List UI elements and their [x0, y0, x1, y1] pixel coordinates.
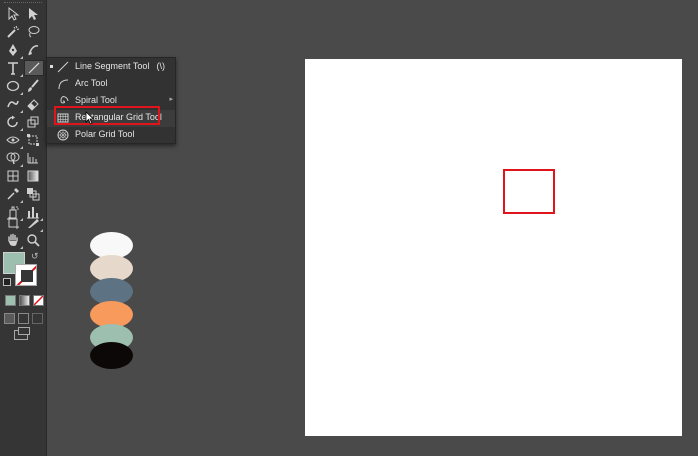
menu-item-label: Spiral Tool	[75, 95, 117, 105]
more-tools-indicator	[40, 229, 43, 232]
menu-item-label: Polar Grid Tool	[75, 129, 135, 139]
mouse-cursor-icon	[85, 111, 95, 125]
line-segment-icon	[57, 61, 69, 73]
perspective-grid-icon	[27, 153, 38, 164]
gradient-tool[interactable]	[24, 169, 44, 185]
swap-colors-icon[interactable]: ↺	[31, 251, 39, 262]
eraser-tool[interactable]	[24, 97, 44, 113]
gradient-icon	[27, 170, 39, 182]
shaper-icon	[7, 100, 19, 108]
menu-item-shortcut: (\)	[156, 61, 166, 71]
ellipse-icon	[6, 80, 20, 92]
more-tools-indicator	[20, 146, 23, 149]
default-colors-icon[interactable]	[3, 278, 11, 286]
shaper-tool[interactable]	[4, 97, 24, 113]
mesh-icon	[7, 170, 19, 182]
more-tools-indicator	[20, 200, 23, 203]
color-mode-none[interactable]	[33, 295, 44, 306]
menu-item-arc-tool[interactable]: Arc Tool	[47, 76, 175, 93]
zoom-tool[interactable]	[24, 233, 44, 249]
eraser-icon	[27, 99, 39, 111]
scale-tool[interactable]	[24, 115, 44, 131]
rotate-tool[interactable]	[4, 115, 24, 131]
stroke-color-swatch[interactable]	[15, 264, 37, 286]
type-icon	[8, 62, 18, 75]
shape-builder-tool[interactable]	[4, 151, 24, 167]
screen-mode-icon[interactable]	[14, 327, 30, 340]
menu-item-label: Arc Tool	[75, 78, 108, 88]
slice-icon	[28, 219, 39, 228]
more-tools-indicator	[20, 74, 23, 77]
magic-wand-tool[interactable]	[4, 25, 24, 41]
direct-selection-icon	[29, 8, 38, 20]
curvature-tool[interactable]	[24, 43, 44, 59]
arc-icon	[58, 79, 69, 90]
more-tools-indicator	[20, 110, 23, 113]
menu-item-label: Line Segment Tool	[75, 61, 150, 71]
more-tools-indicator	[20, 56, 23, 59]
lasso-tool[interactable]	[24, 25, 44, 41]
draw-inside-icon[interactable]	[32, 313, 43, 324]
menu-item-line-segment-tool[interactable]: Line Segment Tool (\)	[47, 59, 175, 76]
paintbrush-tool[interactable]	[24, 79, 44, 95]
line-tools-flyout: ▸ Line Segment Tool (\) Arc Tool Spiral …	[46, 57, 176, 144]
magic-wand-icon	[7, 25, 20, 38]
draw-behind-icon[interactable]	[18, 313, 29, 324]
pen-tool[interactable]	[4, 43, 24, 59]
mesh-tool[interactable]	[4, 169, 24, 185]
free-transform-icon	[27, 134, 39, 146]
perspective-grid-tool[interactable]	[24, 151, 44, 167]
lasso-icon	[28, 26, 40, 38]
more-tools-indicator	[20, 128, 23, 131]
eyedropper-tool[interactable]	[4, 187, 24, 203]
scale-icon	[27, 116, 39, 128]
color-mode-color[interactable]	[5, 295, 16, 306]
ellipse-tool[interactable]	[4, 79, 24, 95]
red-rectangle-shape[interactable]	[503, 169, 555, 214]
toolbar-grip	[4, 2, 42, 6]
more-tools-indicator	[20, 246, 23, 249]
swatch-black[interactable]	[90, 342, 133, 369]
eyedropper-icon	[7, 188, 19, 200]
hand-tool[interactable]	[4, 233, 24, 249]
selection-icon	[8, 7, 20, 21]
line-segment-icon	[28, 62, 40, 74]
zoom-icon	[27, 234, 40, 247]
slice-tool[interactable]	[24, 216, 44, 232]
more-tools-indicator	[20, 92, 23, 95]
menu-item-polar-grid-tool[interactable]: Polar Grid Tool	[47, 127, 175, 144]
width-tool[interactable]	[4, 133, 24, 149]
menu-highlight-box	[54, 106, 160, 125]
color-mode-gradient[interactable]	[19, 295, 30, 306]
tools-panel: ↺	[0, 0, 47, 456]
artboard-icon	[7, 217, 19, 229]
free-transform-tool[interactable]	[24, 133, 44, 149]
line-segment-tool-active[interactable]	[24, 60, 44, 76]
hand-icon	[8, 233, 18, 246]
draw-normal-icon[interactable]	[4, 313, 15, 324]
width-icon	[6, 136, 20, 144]
paintbrush-icon	[28, 79, 39, 92]
selection-tool[interactable]	[4, 7, 24, 23]
curvature-icon	[28, 45, 39, 56]
no-stroke-icon	[16, 265, 36, 285]
type-tool[interactable]	[4, 61, 24, 77]
direct-selection-tool[interactable]	[24, 7, 44, 23]
blend-icon	[27, 188, 40, 201]
blend-tool[interactable]	[24, 187, 44, 203]
artboard[interactable]	[305, 59, 682, 436]
rotate-icon	[7, 115, 18, 128]
shape-builder-icon	[6, 152, 20, 165]
pen-icon	[9, 44, 17, 56]
more-tools-indicator	[20, 164, 23, 167]
artboard-tool[interactable]	[4, 216, 24, 232]
polar-grid-icon	[57, 129, 69, 141]
